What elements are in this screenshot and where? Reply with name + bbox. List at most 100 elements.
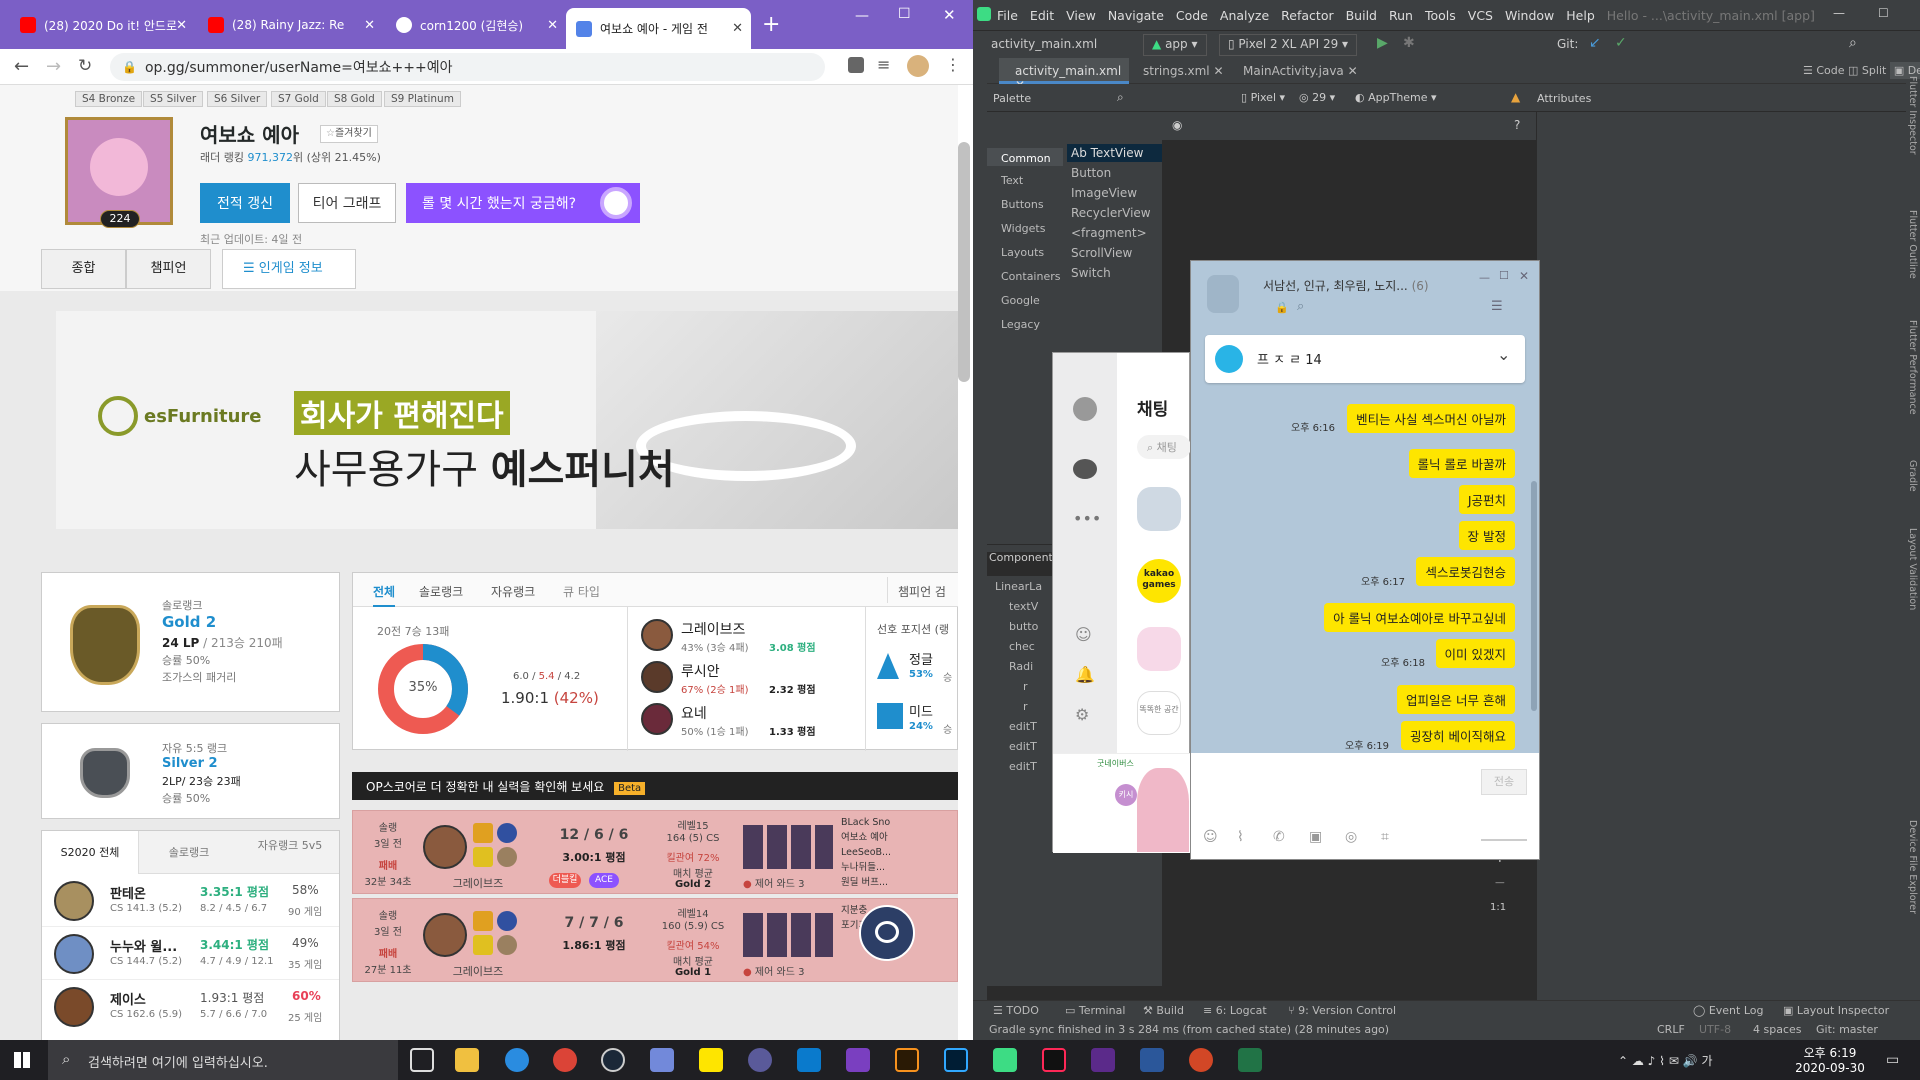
close-tab-icon[interactable]: ✕: [364, 18, 375, 33]
browser-tab-1[interactable]: (28) 2020 Do it! 안드로 ✕: [10, 8, 195, 42]
maximize-button[interactable]: ☐: [1878, 6, 1889, 20]
message-bubble[interactable]: 굉장히 베이직해요: [1401, 721, 1515, 750]
git-commit-icon[interactable]: ✓: [1615, 35, 1627, 51]
flutter-performance-tab[interactable]: Flutter Performance: [1907, 320, 1918, 415]
tree-item[interactable]: LinearLa: [995, 580, 1042, 593]
minimize-button[interactable]: —: [1833, 6, 1845, 20]
filter-tab-all[interactable]: 전체: [373, 583, 396, 607]
match-row[interactable]: 솔랭 3일 전 패배 27분 11초 그레이브즈 7 / 7 / 6 1.86:…: [352, 898, 958, 982]
notice-bar[interactable]: 프 ㅈ ㄹ 14 ⌄: [1205, 335, 1525, 383]
zoom-out-icon[interactable]: −: [1494, 875, 1506, 891]
menu-file[interactable]: File: [997, 8, 1018, 23]
logcat-tab[interactable]: ≡ 6: Logcat: [1203, 1004, 1267, 1017]
eye-icon[interactable]: ◉: [1172, 118, 1182, 132]
palette-item[interactable]: <fragment>: [1071, 226, 1147, 240]
address-bar[interactable]: 🔒 op.gg/summoner/userName=여보쇼+++예아: [110, 53, 825, 81]
gradle-tab[interactable]: Gradle: [1907, 460, 1918, 492]
editor-tab-mainactivity[interactable]: MainActivity.java ✕: [1243, 64, 1358, 78]
browser-tab-active[interactable]: 여보쇼 예아 - 게임 전 ✕: [566, 8, 751, 49]
menu-window[interactable]: Window: [1505, 8, 1554, 23]
menu-navigate[interactable]: Navigate: [1108, 8, 1164, 23]
line-separator[interactable]: CRLF: [1657, 1023, 1685, 1036]
tree-item[interactable]: editT: [1009, 760, 1037, 773]
run-config-select[interactable]: ▲ app ▾: [1143, 34, 1207, 56]
palette-search-icon[interactable]: ⌕: [1117, 90, 1124, 105]
chat-support-button[interactable]: [859, 905, 915, 961]
message-bubble[interactable]: 이미 있겠지: [1435, 639, 1515, 668]
word-icon[interactable]: [1140, 1048, 1164, 1072]
menu-run[interactable]: Run: [1389, 8, 1413, 23]
clock-date[interactable]: 2020-09-30: [1790, 1061, 1870, 1075]
tree-item[interactable]: butto: [1009, 620, 1038, 633]
palette-category[interactable]: Layouts: [1001, 246, 1044, 259]
event-log-tab[interactable]: ◯ Event Log: [1693, 1004, 1763, 1017]
api-select[interactable]: ◎ 29 ▾: [1299, 91, 1335, 104]
photoshop-icon[interactable]: [944, 1048, 968, 1072]
message-bubble[interactable]: 벤티는 사실 섹스머신 아닐까: [1347, 404, 1515, 433]
run-icon[interactable]: ▶: [1377, 35, 1388, 51]
media-control-icon[interactable]: ≡: [877, 55, 890, 74]
minimize-button[interactable]: —: [1479, 271, 1490, 284]
filter-queue-type[interactable]: 큐 타입: [563, 583, 600, 600]
menu-code[interactable]: Code: [1176, 8, 1208, 23]
tree-item[interactable]: chec: [1009, 640, 1035, 653]
layout-inspector-tab[interactable]: ▣ Layout Inspector: [1783, 1004, 1889, 1017]
edge-icon[interactable]: [505, 1048, 529, 1072]
close-button[interactable]: ✕: [1519, 269, 1529, 283]
season-tab-flex[interactable]: 자유랭크 5v5: [239, 831, 339, 874]
warning-icon[interactable]: ▲: [1511, 90, 1520, 104]
season-tab-solo[interactable]: 솔로랭크: [139, 831, 239, 874]
forward-arrow-icon[interactable]: →: [46, 56, 61, 77]
tab-ingame[interactable]: ☰ 인게임 정보: [222, 249, 356, 289]
extensions-icon[interactable]: [848, 57, 864, 73]
message-input-area[interactable]: 전송 ☺ ⌇ ✆ ▣ ◎ ⌗: [1191, 753, 1539, 859]
tab-champions[interactable]: 챔피언: [126, 249, 211, 289]
rider-icon[interactable]: [1091, 1048, 1115, 1072]
theme-select[interactable]: ◐ AppTheme ▾: [1355, 91, 1437, 104]
palette-item[interactable]: Switch: [1071, 266, 1111, 280]
search-icon[interactable]: ⌕: [1849, 35, 1857, 51]
palette-item[interactable]: ScrollView: [1071, 246, 1132, 260]
discord-icon[interactable]: [650, 1048, 674, 1072]
powerpoint-icon[interactable]: [1189, 1048, 1213, 1072]
device-file-explorer-tab[interactable]: Device File Explorer: [1907, 820, 1918, 914]
palette-item[interactable]: RecyclerView: [1071, 206, 1151, 220]
match-row[interactable]: 솔랭 3일 전 패배 32분 34초 그레이브즈 12 / 6 / 6 3.00…: [352, 810, 958, 894]
task-view-icon[interactable]: [410, 1048, 434, 1072]
file-explorer-icon[interactable]: [455, 1048, 479, 1072]
design-device[interactable]: ▯ Pixel ▾: [1241, 91, 1285, 104]
taskbar-search[interactable]: ⌕ 검색하려면 여기에 입력하십시오.: [48, 1040, 398, 1080]
more-icon[interactable]: •••: [1073, 509, 1101, 528]
notification-icon[interactable]: ▭: [1886, 1052, 1899, 1068]
menu-edit[interactable]: Edit: [1030, 8, 1054, 23]
tier-graph-button[interactable]: 티어 그래프: [298, 183, 396, 223]
layout-validation-tab[interactable]: Layout Validation: [1907, 528, 1918, 610]
scrollbar-thumb[interactable]: [958, 142, 970, 382]
close-tab-icon[interactable]: ✕: [547, 18, 558, 33]
filter-tab-flex[interactable]: 자유랭크: [491, 583, 535, 600]
encoding[interactable]: UTF-8: [1699, 1023, 1731, 1036]
windows-start-icon[interactable]: [14, 1052, 30, 1068]
message-bubble[interactable]: 아 롤닉 여보쇼예아로 바꾸고싶네: [1324, 603, 1515, 632]
editor-tab-activity-main[interactable]: activity_main.xml ✕: [999, 58, 1129, 92]
tree-item[interactable]: editT: [1009, 720, 1037, 733]
call-icon[interactable]: ✆: [1273, 829, 1285, 845]
intellij-icon[interactable]: [1042, 1048, 1066, 1072]
maximize-button[interactable]: ☐: [898, 6, 911, 22]
playtime-button[interactable]: 롤 몇 시간 했는지 궁금해?: [406, 183, 640, 223]
device-select[interactable]: ▯ Pixel 2 XL API 29 ▾: [1219, 34, 1358, 56]
favorite-button[interactable]: ☆즐겨찾기: [320, 125, 378, 143]
tree-item[interactable]: Radi: [1009, 660, 1033, 673]
smart-space-avatar[interactable]: 똑똑한 공간: [1137, 691, 1181, 735]
reload-icon[interactable]: ↻: [78, 56, 92, 76]
palette-category[interactable]: Google: [1001, 294, 1040, 307]
flutter-outline-tab[interactable]: Flutter Outline: [1907, 210, 1918, 279]
maximize-button[interactable]: ☐: [1499, 269, 1509, 282]
friends-icon[interactable]: [1073, 397, 1097, 421]
message-bubble[interactable]: 업피일은 너무 흔해: [1397, 685, 1515, 714]
champion-row[interactable]: 누누와 윌... CS 144.7 (5.2) 3.44:1 평점 4.7 / …: [42, 928, 339, 980]
bell-icon[interactable]: 🔔: [1075, 665, 1095, 684]
group-avatar[interactable]: [1137, 487, 1181, 531]
menu-refactor[interactable]: Refactor: [1281, 8, 1333, 23]
terminal-tab[interactable]: ▭ Terminal: [1065, 1004, 1125, 1017]
